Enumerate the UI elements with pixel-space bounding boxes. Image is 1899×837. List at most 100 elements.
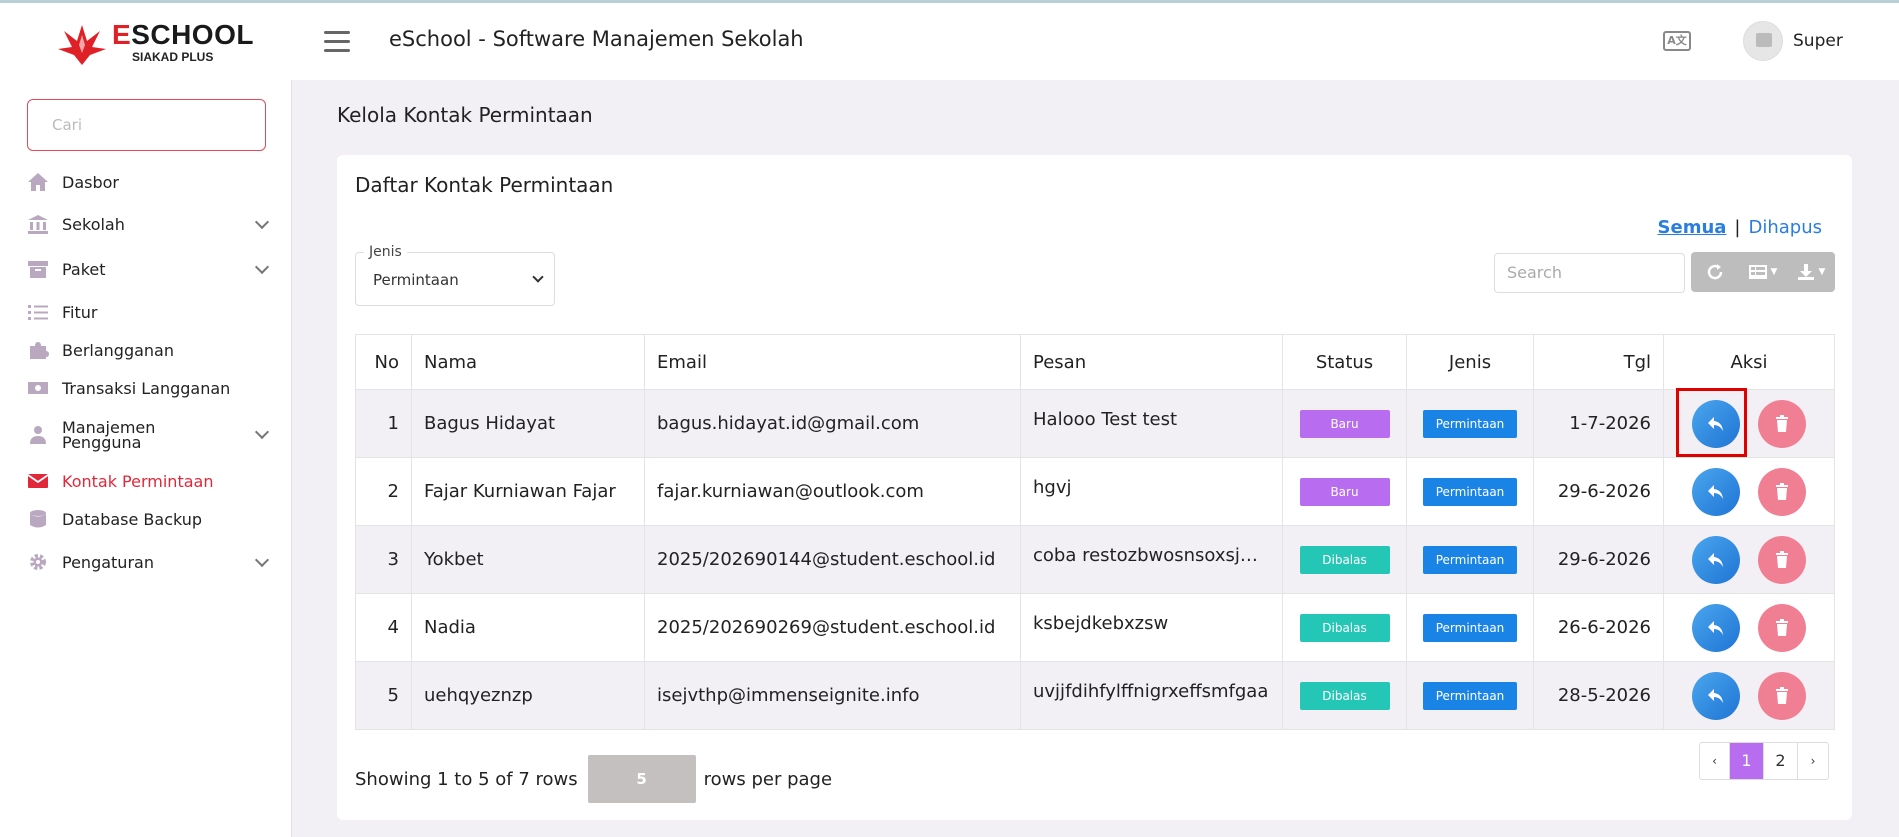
column-header-pesan[interactable]: Pesan: [1020, 334, 1283, 390]
cell-no: 5: [355, 661, 412, 730]
columns-button[interactable]: ▼: [1739, 252, 1787, 292]
pagination-page-2[interactable]: 2: [1764, 743, 1798, 779]
trash-icon: [1775, 686, 1788, 704]
pagination-page-1[interactable]: 1: [1730, 743, 1764, 779]
cell-nama: Yokbet: [411, 525, 645, 594]
user-name[interactable]: Super: [1793, 31, 1843, 51]
cell-email: bagus.hidayat.id@gmail.com: [644, 389, 1021, 458]
cell-aksi: [1663, 525, 1835, 594]
card-title: Daftar Kontak Permintaan: [355, 173, 614, 197]
cell-status: Baru: [1282, 389, 1407, 458]
avatar[interactable]: [1743, 21, 1783, 61]
cell-no: 4: [355, 593, 412, 662]
column-header-jenis[interactable]: Jenis: [1406, 334, 1534, 390]
cell-jenis: Permintaan: [1406, 661, 1534, 730]
cell-no: 2: [355, 457, 412, 526]
sidebar-item-label: Sekolah: [62, 214, 125, 234]
cell-pesan: ksbejdkebxzsw: [1020, 593, 1283, 662]
delete-button[interactable]: [1757, 671, 1806, 720]
trash-icon: [1775, 550, 1788, 568]
trash-icon: [1775, 414, 1788, 432]
table-search-input[interactable]: Search: [1494, 253, 1685, 293]
sidebar-item-kontak-permintaan[interactable]: Kontak Permintaan: [27, 465, 267, 497]
sidebar-item-paket[interactable]: Paket: [27, 253, 270, 285]
reply-button[interactable]: [1692, 399, 1741, 448]
status-badge: Dibalas: [1299, 545, 1390, 574]
gear-icon: [27, 552, 49, 572]
jenis-label: Jenis: [364, 244, 407, 260]
table-row: 2 Fajar Kurniawan Fajar fajar.kurniawan@…: [355, 457, 1835, 526]
cell-pesan: hgvj: [1020, 457, 1283, 526]
cell-aksi: [1663, 661, 1835, 730]
cell-tgl: 1-7-2026: [1533, 389, 1664, 458]
sidebar-item-sekolah[interactable]: Sekolah: [27, 208, 270, 240]
cell-jenis: Permintaan: [1406, 457, 1534, 526]
sidebar-item-transaksi-langganan[interactable]: Transaksi Langganan: [27, 372, 267, 404]
bank-icon: [27, 214, 49, 234]
cell-aksi: [1663, 593, 1835, 662]
requests-table: No Nama Email Pesan Status Jenis Tgl Aks…: [355, 334, 1835, 730]
page-title: Kelola Kontak Permintaan: [337, 103, 593, 127]
pesan-text: ksbejdkebxzsw: [1033, 613, 1169, 634]
filter-semua-link[interactable]: Semua: [1658, 217, 1727, 238]
column-header-tgl[interactable]: Tgl: [1533, 334, 1664, 390]
table-footer: Showing 1 to 5 of 7 rows 5 rows per page: [355, 755, 832, 803]
status-badge: Dibalas: [1299, 613, 1390, 642]
cell-tgl: 26-6-2026: [1533, 593, 1664, 662]
jenis-badge: Permintaan: [1423, 409, 1517, 438]
refresh-button[interactable]: [1691, 252, 1739, 292]
pagination-prev[interactable]: ‹: [1700, 743, 1730, 779]
reply-icon: [1708, 416, 1724, 431]
cell-nama: Fajar Kurniawan Fajar: [411, 457, 645, 526]
sidebar-item-fitur[interactable]: Fitur: [27, 296, 267, 328]
money-icon: [27, 378, 49, 398]
jenis-badge: Permintaan: [1423, 681, 1517, 710]
hamburger-menu-icon[interactable]: [324, 31, 350, 53]
cell-email: 2025/202690144@student.eschool.id: [644, 525, 1021, 594]
jenis-value: Permintaan: [373, 271, 459, 289]
sidebar-item-label: Fitur: [62, 302, 98, 322]
pagination-next[interactable]: ›: [1798, 743, 1828, 779]
eschool-logo[interactable]: ESCHOOL SIAKAD PLUS: [56, 19, 253, 67]
cell-email: 2025/202690269@student.eschool.id: [644, 593, 1021, 662]
cell-no: 1: [355, 389, 412, 458]
sidebar-item-label: Pengaturan: [62, 552, 154, 572]
logo-mark-icon: [58, 25, 106, 65]
delete-button[interactable]: [1757, 603, 1806, 652]
column-header-no[interactable]: No: [355, 334, 412, 390]
sidebar-item-database-backup[interactable]: Database Backup: [27, 503, 267, 535]
sidebar-item-dasbor[interactable]: Dasbor: [27, 166, 267, 198]
column-header-status[interactable]: Status: [1282, 334, 1407, 390]
jenis-select[interactable]: Jenis Permintaan: [355, 244, 555, 306]
reply-button[interactable]: [1692, 603, 1741, 652]
chevron-down-icon: [254, 424, 270, 440]
export-button[interactable]: ▼: [1787, 252, 1835, 292]
sidebar-item-label: Database Backup: [62, 509, 203, 529]
puzzle-icon: [27, 340, 49, 360]
jenis-badge: Permintaan: [1423, 613, 1517, 642]
page-size-button[interactable]: 5: [587, 755, 696, 803]
cell-nama: Bagus Hidayat: [411, 389, 645, 458]
sidebar-item-pengaturan[interactable]: Pengaturan: [27, 546, 270, 578]
delete-button[interactable]: [1757, 399, 1806, 448]
column-header-email[interactable]: Email: [644, 334, 1021, 390]
home-icon: [27, 172, 49, 192]
column-header-nama[interactable]: Nama: [411, 334, 645, 390]
sidebar-item-manajemen-pengguna[interactable]: Manajemen Pengguna: [27, 413, 270, 457]
rows-per-page-text: rows per page: [703, 768, 833, 790]
reply-button[interactable]: [1692, 467, 1741, 516]
reply-icon: [1708, 484, 1724, 499]
delete-button[interactable]: [1757, 535, 1806, 584]
filter-dihapus-link[interactable]: Dihapus: [1748, 217, 1822, 238]
sidebar-search-input[interactable]: Cari: [27, 99, 266, 151]
status-badge: Baru: [1299, 477, 1390, 506]
language-icon[interactable]: A文: [1663, 31, 1691, 51]
reply-button[interactable]: [1692, 671, 1741, 720]
sidebar-item-label: Dasbor: [62, 172, 119, 192]
delete-button[interactable]: [1757, 467, 1806, 516]
cell-pesan: coba restozbwosnsoxsjbsbsx: [1020, 525, 1283, 594]
pesan-text: uvjjfdihfylffnigrxeffsmfgaa: [1033, 681, 1269, 702]
reply-button[interactable]: [1692, 535, 1741, 584]
sidebar-item-berlangganan[interactable]: Berlangganan: [27, 334, 267, 366]
chevron-down-icon: [254, 214, 270, 230]
